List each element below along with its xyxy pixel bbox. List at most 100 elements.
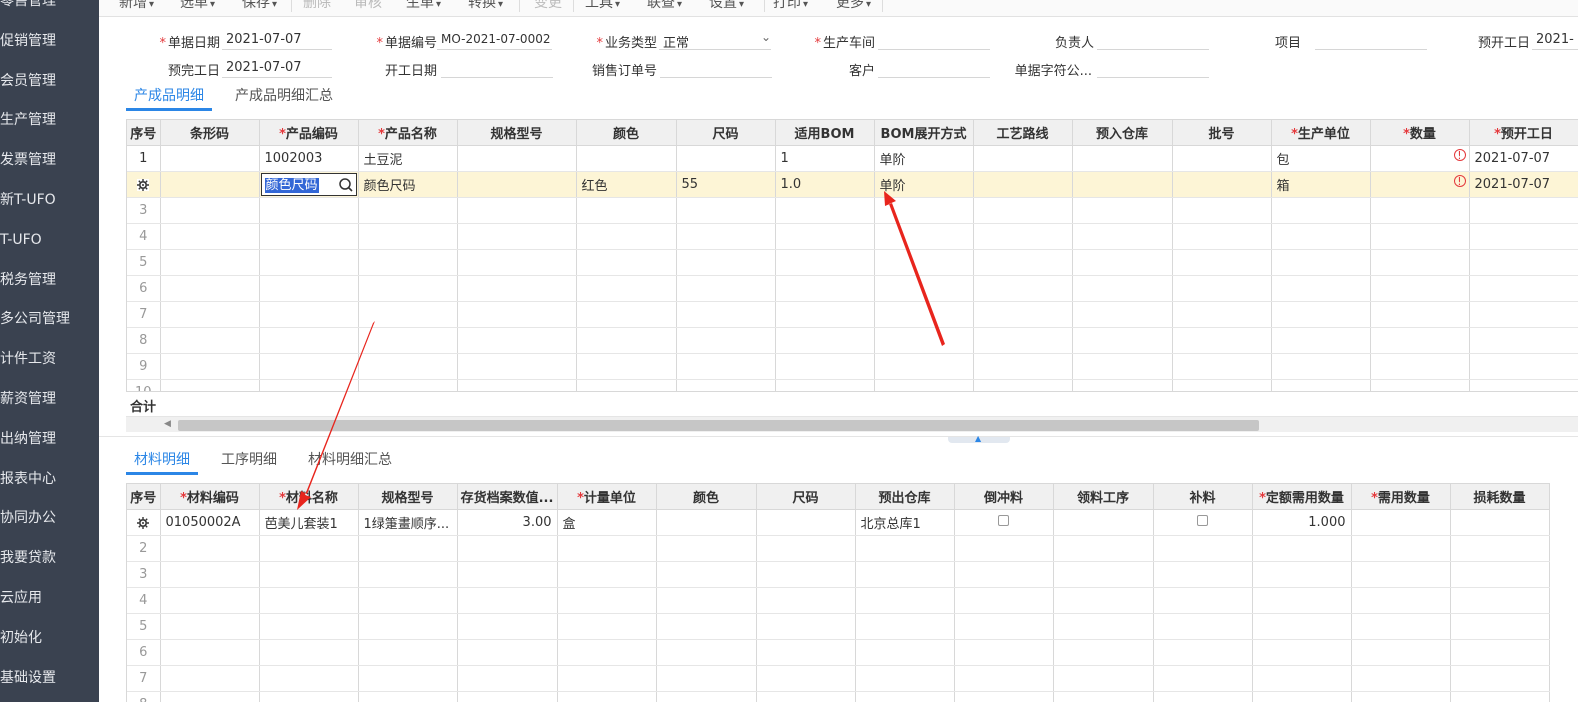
table-cell[interactable] — [656, 639, 757, 666]
table-cell[interactable] — [259, 691, 359, 702]
table-cell[interactable] — [874, 353, 974, 380]
table-cell[interactable] — [160, 249, 260, 276]
table-cell[interactable] — [457, 275, 577, 302]
table-cell[interactable] — [1469, 353, 1578, 380]
table-cell[interactable] — [160, 665, 260, 692]
bill-date-input[interactable]: 2021-07-07 — [222, 28, 332, 50]
table-row[interactable]: 4 — [127, 223, 1578, 250]
table-cell[interactable] — [358, 353, 458, 380]
column-header[interactable]: 尺码 — [676, 119, 776, 146]
column-header[interactable]: *产品编码 — [259, 119, 359, 146]
scrollbar-thumb[interactable] — [178, 420, 1259, 431]
sidebar-item[interactable]: 协同办公 — [0, 499, 99, 539]
table-cell[interactable] — [1252, 665, 1352, 692]
table-cell[interactable] — [973, 171, 1073, 198]
column-header[interactable]: 领料工序 — [1053, 483, 1154, 510]
table-cell[interactable] — [1450, 665, 1550, 692]
table-cell[interactable] — [1172, 379, 1272, 391]
table-cell[interactable] — [954, 665, 1054, 692]
sidebar-item[interactable]: 税务管理 — [0, 261, 99, 301]
table-cell[interactable] — [1153, 509, 1253, 536]
toolbar-button[interactable]: 删除 — [303, 0, 331, 12]
table-cell[interactable] — [1370, 301, 1470, 328]
bill-char-input[interactable] — [1097, 56, 1209, 78]
table-cell[interactable] — [457, 379, 577, 391]
toolbar-button[interactable]: 审核 — [354, 0, 382, 12]
table-cell[interactable] — [259, 561, 359, 588]
table-cell[interactable]: 5 — [127, 249, 161, 276]
table-cell[interactable]: 1 — [127, 145, 161, 172]
column-header[interactable]: *计量单位 — [557, 483, 657, 510]
table-cell[interactable] — [557, 665, 657, 692]
table-row[interactable]: 5 — [127, 613, 1550, 640]
sidebar-item[interactable]: 出纳管理 — [0, 420, 99, 460]
table-cell[interactable] — [160, 223, 260, 250]
plan-finish-input[interactable]: 2021-07-07 — [222, 56, 332, 78]
table-cell[interactable]: 8 — [127, 327, 161, 354]
table-cell[interactable] — [756, 587, 856, 614]
table-cell[interactable] — [756, 561, 856, 588]
toolbar-button[interactable]: 选单 ▾ — [180, 0, 215, 12]
table-cell[interactable] — [160, 613, 260, 640]
table-cell[interactable]: 1.000 — [1252, 509, 1352, 536]
table-cell[interactable]: 盒 — [557, 509, 657, 536]
table-cell[interactable] — [656, 691, 757, 702]
table-cell[interactable] — [358, 691, 458, 702]
table-row[interactable]: 6 — [127, 639, 1550, 666]
table-cell[interactable] — [1172, 171, 1272, 198]
sidebar-item[interactable]: T-UFO — [0, 221, 99, 261]
table-cell[interactable] — [160, 145, 260, 172]
table-cell[interactable] — [358, 275, 458, 302]
column-header[interactable]: *预开工日 — [1469, 119, 1578, 146]
table-cell[interactable] — [259, 587, 359, 614]
table-cell[interactable] — [676, 197, 776, 224]
sidebar-item[interactable]: 报表中心 — [0, 460, 99, 500]
table-cell[interactable] — [160, 171, 260, 198]
table-cell[interactable]: 6 — [127, 275, 161, 302]
table-cell[interactable] — [973, 223, 1073, 250]
table-cell[interactable] — [855, 691, 955, 702]
table-cell[interactable]: 单阶 — [874, 171, 974, 198]
table-cell[interactable] — [973, 379, 1073, 391]
column-header[interactable]: 预入仓库 — [1072, 119, 1173, 146]
table-cell[interactable] — [676, 353, 776, 380]
gear-icon[interactable] — [136, 516, 150, 530]
table-cell[interactable] — [1271, 197, 1371, 224]
table-cell[interactable] — [1053, 509, 1154, 536]
table-cell[interactable] — [1172, 223, 1272, 250]
table-cell[interactable] — [775, 301, 875, 328]
table-cell[interactable] — [775, 353, 875, 380]
table-row[interactable]: 颜色尺码 颜色尺码 红色 55 1.0 单阶 箱! 2021-07-07 — [127, 171, 1578, 198]
bill-no-input[interactable]: MO-2021-07-0002 — [437, 28, 552, 50]
table-cell[interactable]: 4 — [127, 587, 161, 614]
table-cell[interactable] — [756, 535, 856, 562]
table-cell[interactable] — [756, 639, 856, 666]
table-cell[interactable] — [1271, 223, 1371, 250]
table-cell[interactable] — [557, 535, 657, 562]
sidebar-item[interactable]: 促销管理 — [0, 22, 99, 62]
table-cell[interactable] — [1252, 561, 1352, 588]
table-cell[interactable] — [457, 561, 558, 588]
table-cell[interactable]: 2021-07-07 — [1469, 171, 1578, 198]
table-cell[interactable]: 3 — [127, 561, 161, 588]
table-cell[interactable] — [1450, 535, 1550, 562]
table-cell[interactable] — [358, 535, 458, 562]
table-cell[interactable] — [1469, 301, 1578, 328]
table-cell[interactable] — [557, 639, 657, 666]
table-cell[interactable] — [1072, 249, 1173, 276]
table-cell[interactable] — [1450, 613, 1550, 640]
table-cell[interactable] — [1172, 301, 1272, 328]
column-header[interactable]: 尺码 — [756, 483, 856, 510]
table-cell[interactable] — [1172, 197, 1272, 224]
workshop-input[interactable] — [878, 28, 990, 50]
table-cell[interactable] — [855, 587, 955, 614]
table-cell[interactable] — [1469, 327, 1578, 354]
table-cell[interactable] — [1271, 275, 1371, 302]
sidebar-item[interactable]: 薪资管理 — [0, 380, 99, 420]
table-cell[interactable]: 8 — [127, 691, 161, 702]
table-cell[interactable] — [756, 665, 856, 692]
tab-bottom_tabs-2[interactable]: 材料明细汇总 — [300, 451, 400, 475]
table-cell[interactable] — [855, 639, 955, 666]
table-cell[interactable] — [259, 197, 359, 224]
table-cell[interactable] — [576, 353, 677, 380]
